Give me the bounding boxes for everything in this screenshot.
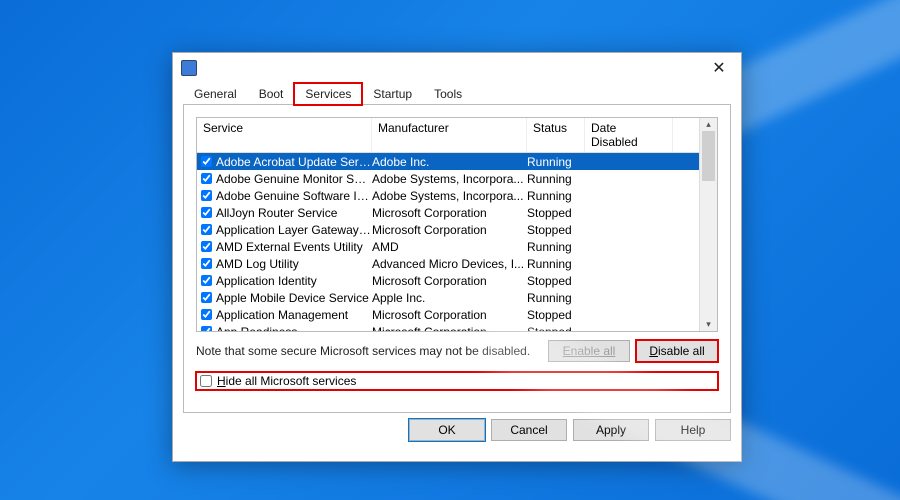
- hide-microsoft-checkbox[interactable]: Hide all Microsoft services: [196, 372, 718, 390]
- row-checkbox[interactable]: [201, 224, 212, 235]
- cell-manufacturer: Adobe Systems, Incorpora...: [372, 189, 527, 203]
- cell-status: Running: [527, 240, 585, 254]
- vertical-scrollbar[interactable]: ▴ ▾: [699, 118, 717, 331]
- tab-boot[interactable]: Boot: [248, 83, 295, 105]
- cell-manufacturer: Apple Inc.: [372, 291, 527, 305]
- cell-status: Running: [527, 257, 585, 271]
- cell-service: Application Management: [215, 308, 372, 322]
- services-table: Service Manufacturer Status Date Disable…: [196, 117, 718, 332]
- row-checkbox[interactable]: [201, 275, 212, 286]
- cell-manufacturer: Microsoft Corporation: [372, 325, 527, 333]
- table-row[interactable]: Adobe Genuine Monitor ServiceAdobe Syste…: [197, 170, 699, 187]
- cell-service: Adobe Genuine Monitor Service: [215, 172, 372, 186]
- help-button[interactable]: Help: [655, 419, 731, 441]
- cell-status: Stopped: [527, 206, 585, 220]
- cell-manufacturer: Adobe Inc.: [372, 155, 527, 169]
- cell-service: Application Identity: [215, 274, 372, 288]
- cell-status: Stopped: [527, 223, 585, 237]
- tab-services[interactable]: Services: [294, 83, 362, 105]
- cancel-button[interactable]: Cancel: [491, 419, 567, 441]
- row-checkbox[interactable]: [201, 190, 212, 201]
- cell-manufacturer: Microsoft Corporation: [372, 223, 527, 237]
- cell-manufacturer: Microsoft Corporation: [372, 274, 527, 288]
- row-checkbox[interactable]: [201, 292, 212, 303]
- cell-service: AMD External Events Utility: [215, 240, 372, 254]
- row-checkbox[interactable]: [201, 156, 212, 167]
- services-rows: Adobe Acrobat Update ServiceAdobe Inc.Ru…: [197, 153, 699, 332]
- row-checkbox[interactable]: [201, 309, 212, 320]
- dialog-footer: OK Cancel Apply Help: [173, 419, 741, 451]
- col-service[interactable]: Service: [197, 118, 372, 152]
- cell-manufacturer: Microsoft Corporation: [372, 206, 527, 220]
- services-panel: Service Manufacturer Status Date Disable…: [183, 105, 731, 413]
- cell-status: Running: [527, 291, 585, 305]
- titlebar: ✕: [173, 53, 741, 83]
- cell-service: AllJoyn Router Service: [215, 206, 372, 220]
- table-row[interactable]: Adobe Acrobat Update ServiceAdobe Inc.Ru…: [197, 153, 699, 170]
- disable-all-rest: isable all: [658, 344, 705, 358]
- apply-button[interactable]: Apply: [573, 419, 649, 441]
- table-row[interactable]: Apple Mobile Device ServiceApple Inc.Run…: [197, 289, 699, 306]
- table-row[interactable]: AMD Log UtilityAdvanced Micro Devices, I…: [197, 255, 699, 272]
- cell-status: Running: [527, 155, 585, 169]
- row-checkbox[interactable]: [201, 207, 212, 218]
- tab-tools[interactable]: Tools: [423, 83, 473, 105]
- row-checkbox[interactable]: [201, 173, 212, 184]
- close-button[interactable]: ✕: [699, 54, 739, 82]
- cell-status: Running: [527, 172, 585, 186]
- col-date[interactable]: Date Disabled: [585, 118, 673, 152]
- tab-general[interactable]: General: [183, 83, 248, 105]
- cell-service: App Readiness: [215, 325, 372, 333]
- tab-startup[interactable]: Startup: [362, 83, 423, 105]
- disable-all-button[interactable]: Disable all: [636, 340, 718, 362]
- cell-status: Stopped: [527, 325, 585, 333]
- col-manufacturer[interactable]: Manufacturer: [372, 118, 527, 152]
- cell-manufacturer: Microsoft Corporation: [372, 308, 527, 322]
- cell-manufacturer: Adobe Systems, Incorpora...: [372, 172, 527, 186]
- scroll-thumb[interactable]: [702, 131, 715, 181]
- hide-microsoft-input[interactable]: [200, 375, 212, 387]
- scroll-down-icon[interactable]: ▾: [706, 318, 711, 331]
- cell-service: Application Layer Gateway Service: [215, 223, 372, 237]
- msconfig-dialog: ✕ General Boot Services Startup Tools Se…: [172, 52, 742, 462]
- cell-manufacturer: Advanced Micro Devices, I...: [372, 257, 527, 271]
- cell-status: Stopped: [527, 274, 585, 288]
- table-row[interactable]: Application IdentityMicrosoft Corporatio…: [197, 272, 699, 289]
- cell-service: Adobe Genuine Software Integri...: [215, 189, 372, 203]
- note-text: Note that some secure Microsoft services…: [196, 344, 542, 358]
- row-checkbox[interactable]: [201, 258, 212, 269]
- cell-status: Stopped: [527, 308, 585, 322]
- column-headers[interactable]: Service Manufacturer Status Date Disable…: [197, 118, 699, 153]
- table-row[interactable]: Adobe Genuine Software Integri...Adobe S…: [197, 187, 699, 204]
- cell-service: Apple Mobile Device Service: [215, 291, 372, 305]
- ok-button[interactable]: OK: [409, 419, 485, 441]
- table-row[interactable]: AllJoyn Router ServiceMicrosoft Corporat…: [197, 204, 699, 221]
- table-row[interactable]: Application Layer Gateway ServiceMicroso…: [197, 221, 699, 238]
- col-status[interactable]: Status: [527, 118, 585, 152]
- cell-manufacturer: AMD: [372, 240, 527, 254]
- table-row[interactable]: App ReadinessMicrosoft CorporationStoppe…: [197, 323, 699, 332]
- tabstrip: General Boot Services Startup Tools: [173, 83, 741, 105]
- cell-status: Running: [527, 189, 585, 203]
- cell-service: AMD Log Utility: [215, 257, 372, 271]
- table-row[interactable]: Application ManagementMicrosoft Corporat…: [197, 306, 699, 323]
- row-checkbox[interactable]: [201, 241, 212, 252]
- app-icon: [181, 60, 197, 76]
- enable-all-button[interactable]: Enable all: [548, 340, 630, 362]
- scroll-up-icon[interactable]: ▴: [706, 118, 711, 131]
- table-row[interactable]: AMD External Events UtilityAMDRunning: [197, 238, 699, 255]
- row-checkbox[interactable]: [201, 326, 212, 332]
- cell-service: Adobe Acrobat Update Service: [215, 155, 372, 169]
